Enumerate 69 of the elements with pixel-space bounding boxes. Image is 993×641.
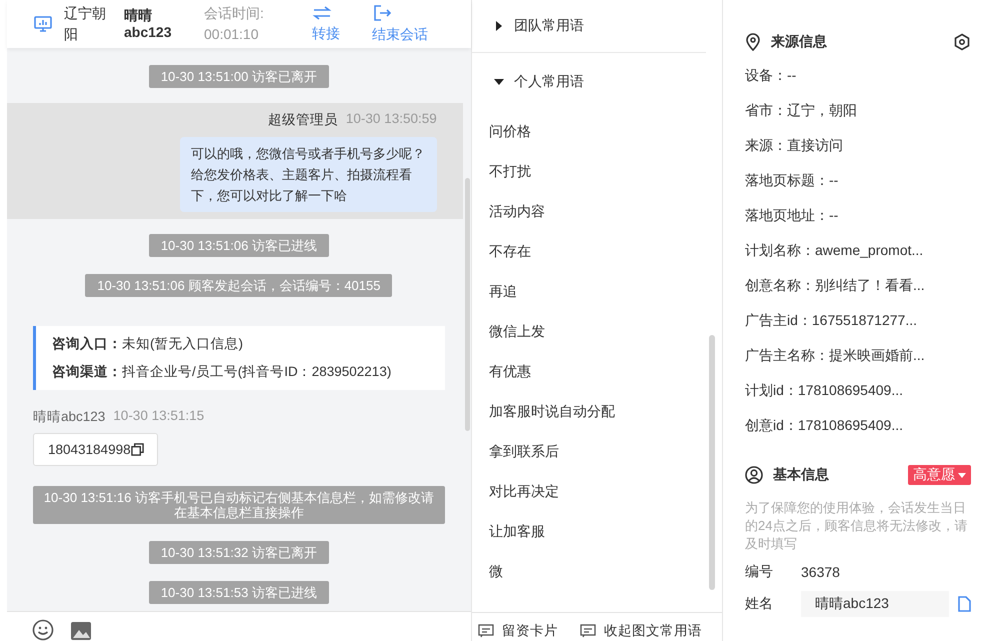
caret-down-icon (958, 472, 966, 478)
source-field: 落地页标题：-- (745, 163, 971, 198)
system-message: 10-30 13:51:16 访客手机号已自动标记右侧基本信息栏，如需修改请在基本信息栏直接操作 (33, 486, 445, 524)
phrase-item[interactable]: 再追 (488, 271, 722, 311)
notice-text: 为了保障您的使用体验，会话发生当日的24点之后，顾客信息将无法修改，请及时填写 (745, 499, 968, 553)
location-pin-icon (745, 33, 761, 51)
phrase-item[interactable]: 微信上发 (488, 311, 722, 351)
system-message: 10-30 13:51:06 顾客发起会话，会话编号：40155 (85, 274, 392, 297)
message-icon (478, 624, 494, 638)
phrase-item[interactable]: 让加客服 (488, 511, 722, 551)
phrase-action-button[interactable]: 留资卡片 (478, 622, 558, 641)
swap-arrows-icon (312, 4, 332, 21)
scrollbar[interactable] (464, 178, 470, 431)
phrase-group-header[interactable]: 团队常用语 (472, 0, 706, 53)
user-icon (745, 466, 763, 484)
settings-icon[interactable] (953, 33, 971, 51)
name-input[interactable]: 晴晴abc123 (801, 591, 949, 617)
image-icon[interactable] (70, 621, 92, 641)
field-label: 姓名 (745, 595, 774, 613)
phrase-item[interactable]: 拿到联系后 (488, 431, 722, 471)
scrollbar[interactable] (709, 335, 715, 590)
source-field: 省市：辽宁，朝阳 (745, 93, 971, 128)
field-value: 36378 (801, 564, 840, 580)
visitor-id: abc123 (124, 24, 172, 41)
consult-info-line: 咨询渠道：抖音企业号/员工号(抖音号ID：2839502213) (52, 362, 392, 381)
source-field: 落地页地址：-- (745, 198, 971, 233)
source-field: 创意名称：别纠结了！看看... (745, 268, 971, 303)
phrase-item[interactable]: 有优惠 (488, 351, 722, 391)
phrase-item[interactable]: 不打扰 (488, 151, 722, 191)
source-field: 广告主id：167551871277... (745, 303, 971, 338)
system-message: 10-30 13:51:06 访客已进线 (148, 234, 329, 257)
sender-name: 超级管理员 (268, 110, 338, 129)
message-time: 10-30 13:51:15 (113, 408, 204, 425)
intent-tag-dropdown[interactable]: 高意愿 (908, 465, 971, 485)
section-title: 基本信息 (773, 466, 829, 484)
system-message: 10-30 13:51:00 访客已离开 (148, 64, 329, 88)
system-message: 10-30 13:51:53 访客已进线 (148, 580, 329, 604)
phrase-item[interactable]: 加客服时说自动分配 (488, 391, 722, 431)
system-message: 10-30 13:51:32 访客已离开 (148, 540, 329, 564)
phrase-item[interactable]: 对比再决定 (488, 471, 722, 511)
caret-down-icon (494, 77, 504, 87)
phone-number: 18043184998 (48, 442, 131, 457)
section-title: 来源信息 (771, 33, 827, 51)
field-label: 编号 (745, 563, 774, 581)
caret-right-icon (494, 21, 504, 31)
phrase-item[interactable]: 微 (488, 551, 722, 591)
visitor-name: 晴晴 (124, 6, 153, 24)
source-field: 广告主名称：提米映画婚前... (745, 338, 971, 373)
message-time: 10-30 13:50:59 (346, 110, 437, 128)
source-field: 创意id：178108695409... (745, 408, 971, 443)
source-field: 计划id：178108695409... (745, 373, 971, 408)
exit-icon (372, 4, 392, 22)
emoji-icon[interactable] (32, 619, 54, 641)
visitor-location: 辽宁朝阳 (64, 4, 107, 44)
sender-name: 晴晴abc123 (33, 408, 106, 426)
source-field: 来源：直接访问 (745, 128, 971, 163)
agent-message-bubble: 可以的哦，您微信号或者手机号多少呢？给您发价格表、主题客片、拍摄流程看下，您可以对比了解一下哈 (180, 136, 437, 212)
phrase-item[interactable]: 不存在 (488, 231, 722, 271)
message-icon (580, 624, 596, 638)
phrase-group-header[interactable]: 个人常用语 (472, 53, 722, 111)
duration-label: 会话时间: (204, 4, 265, 23)
source-field: 计划名称：aweme_promot... (745, 233, 971, 268)
monitor-icon (33, 14, 53, 34)
consult-info-line: 咨询入口：未知(暂无入口信息) (52, 334, 244, 353)
phrase-item[interactable]: 问价格 (488, 111, 722, 151)
duration-value: 00:01:10 (204, 24, 260, 44)
source-field: 设备：-- (745, 58, 971, 93)
phrase-action-button[interactable]: 收起图文常用语 (580, 622, 702, 641)
phrase-item[interactable]: 活动内容 (488, 191, 722, 231)
